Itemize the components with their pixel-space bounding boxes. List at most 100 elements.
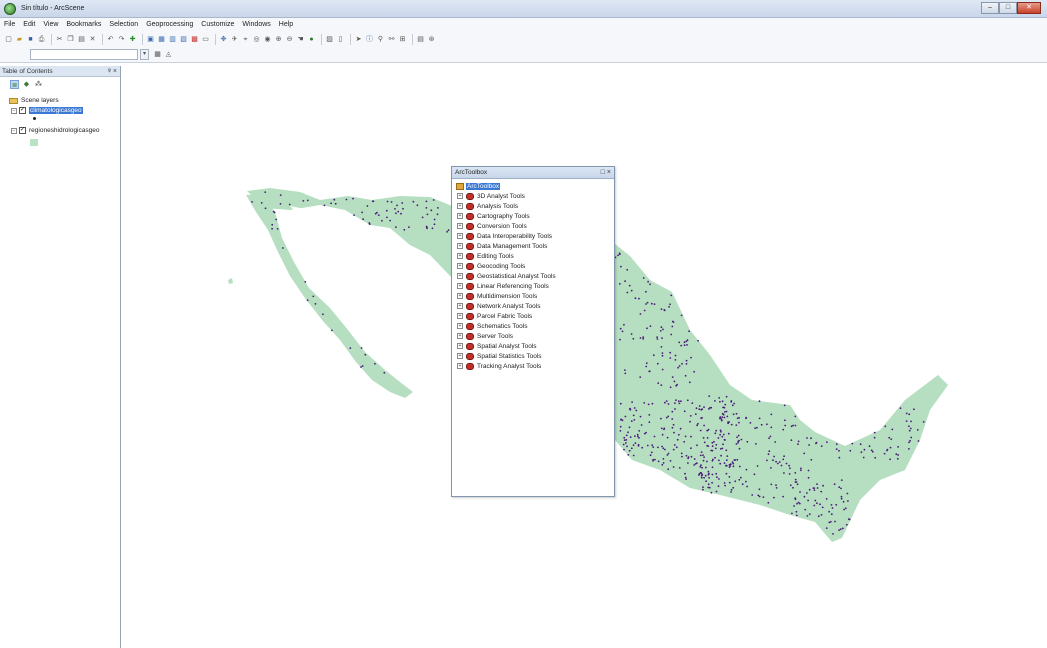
expand-icon[interactable]: + (457, 333, 463, 339)
menu-view[interactable]: View (43, 21, 58, 28)
list-by-visibility-icon[interactable]: ⁂ (34, 80, 43, 89)
open-folder-icon[interactable]: ▰ (15, 35, 24, 44)
clear-selection-icon[interactable]: ▯ (336, 35, 345, 44)
catalog-icon[interactable]: ▥ (168, 35, 177, 44)
maximize-button[interactable]: □ (999, 2, 1017, 14)
toolbox-item[interactable]: + Tracking Analyst Tools (457, 361, 614, 371)
menu-customize[interactable]: Customize (201, 21, 234, 28)
minimize-button[interactable]: – (981, 2, 999, 14)
menu-windows[interactable]: Windows (242, 21, 270, 28)
scene-layers-node[interactable]: Scene layers (9, 97, 59, 104)
expand-icon[interactable]: + (457, 253, 463, 259)
toolbox-item[interactable]: + Parcel Fabric Tools (457, 311, 614, 321)
save-icon[interactable]: ■ (26, 35, 35, 44)
toolbox-item[interactable]: + Editing Tools (457, 251, 614, 261)
toolbox-item[interactable]: + Data Interoperability Tools (457, 231, 614, 241)
toolbox-item[interactable]: + Analysis Tools (457, 201, 614, 211)
layer-dropdown[interactable] (30, 49, 138, 60)
arctoolbox-controls[interactable]: □ × (601, 169, 611, 176)
expand-icon[interactable]: + (457, 263, 463, 269)
transparency-icon[interactable]: ▦ (153, 50, 162, 59)
collapse-icon[interactable]: − (11, 107, 17, 114)
expand-icon[interactable]: + (457, 363, 463, 369)
globe-settings-icon[interactable]: ⊛ (427, 35, 436, 44)
lighting-icon[interactable]: ◬ (164, 50, 173, 59)
expand-icon[interactable]: + (457, 203, 463, 209)
toolbox-item[interactable]: +3D Analyst Tools (457, 191, 614, 201)
expand-icon[interactable]: + (457, 303, 463, 309)
toolbox-item[interactable]: + Spatial Statistics Tools (457, 351, 614, 361)
menu-bookmarks[interactable]: Bookmarks (66, 21, 101, 28)
expand-icon[interactable]: + (457, 193, 463, 199)
zoom-out-icon[interactable]: ⊖ (285, 35, 294, 44)
arctoolbox-root-node[interactable]: ArcToolbox (456, 181, 614, 191)
toolbox-item[interactable]: + Spatial Analyst Tools (457, 341, 614, 351)
expand-icon[interactable]: + (457, 323, 463, 329)
expand-icon[interactable]: + (457, 223, 463, 229)
delete-icon[interactable]: ✕ (88, 35, 97, 44)
layer-dropdown-arrow[interactable]: ▾ (140, 49, 149, 60)
toolbox-item[interactable]: + Data Management Tools (457, 241, 614, 251)
toolbox-item[interactable]: + Multidimension Tools (457, 291, 614, 301)
select-features-icon[interactable]: ▨ (325, 35, 334, 44)
add-data-icon[interactable]: ✚ (128, 35, 137, 44)
toolbox-item[interactable]: + Geocoding Tools (457, 261, 614, 271)
paste-icon[interactable]: ▤ (77, 35, 86, 44)
cut-icon[interactable]: ✂ (55, 35, 64, 44)
expand-icon[interactable]: + (457, 313, 463, 319)
menu-file[interactable]: File (4, 21, 15, 28)
copy-icon[interactable]: ❐ (66, 35, 75, 44)
toolbox-item[interactable]: + Geostatistical Analyst Tools (457, 271, 614, 281)
toolbox-item[interactable]: + Conversion Tools (457, 221, 614, 231)
close-button[interactable]: ✕ (1017, 2, 1041, 14)
list-by-source-icon[interactable]: ◆ (22, 80, 31, 89)
menu-geoprocessing[interactable]: Geoprocessing (146, 21, 193, 28)
toolbox-item[interactable]: + Server Tools (457, 331, 614, 341)
redo-icon[interactable]: ↷ (117, 35, 126, 44)
list-by-drawing-order-icon[interactable]: ≣ (10, 79, 19, 89)
layer-row-regioneshidrologicas[interactable]: − ✓ regioneshidrologicasgeo (11, 127, 99, 134)
collapse-icon[interactable]: − (11, 127, 17, 134)
layer-visibility-checkbox[interactable]: ✓ (19, 127, 26, 134)
toolbox-item[interactable]: + Schematics Tools (457, 321, 614, 331)
layer-label[interactable]: climatologicasgeo (29, 107, 83, 114)
expand-icon[interactable]: + (457, 233, 463, 239)
identify-icon[interactable]: ⓘ (365, 35, 374, 44)
menu-help[interactable]: Help (279, 21, 293, 28)
arctoolbox-titlebar[interactable]: ArcToolbox □ × (452, 167, 614, 179)
toc-controls[interactable]: ᵠ × (108, 68, 117, 75)
python-window-icon[interactable]: ▭ (201, 35, 210, 44)
zoom-in-icon[interactable]: ⊕ (274, 35, 283, 44)
expand-icon[interactable]: + (457, 343, 463, 349)
expand-icon[interactable]: + (457, 293, 463, 299)
pan-icon[interactable]: ☚ (296, 35, 305, 44)
target-center-icon[interactable]: ⌖ (241, 35, 250, 44)
print-icon[interactable]: ⎙ (37, 35, 46, 44)
toolbox-item[interactable]: + Linear Referencing Tools (457, 281, 614, 291)
expand-icon[interactable]: + (457, 213, 463, 219)
expand-icon[interactable]: + (457, 273, 463, 279)
undo-icon[interactable]: ↶ (106, 35, 115, 44)
set-observer-icon[interactable]: ◉ (263, 35, 272, 44)
select-elements-icon[interactable]: ➤ (354, 35, 363, 44)
arctoolbox-icon[interactable]: ▩ (190, 35, 199, 44)
find-icon[interactable]: ⚯ (387, 35, 396, 44)
menu-selection[interactable]: Selection (109, 21, 138, 28)
zoom-to-target-icon[interactable]: ◎ (252, 35, 261, 44)
measure-icon[interactable]: ⊞ (398, 35, 407, 44)
layer-visibility-checkbox[interactable]: ✓ (19, 107, 26, 114)
animation-icon[interactable]: ▤ (416, 35, 425, 44)
full-extent-icon[interactable]: ● (307, 35, 316, 44)
table-of-contents-icon[interactable]: ▦ (157, 35, 166, 44)
search-window-icon[interactable]: ▧ (179, 35, 188, 44)
fly-icon[interactable]: ✈ (230, 35, 239, 44)
menu-edit[interactable]: Edit (23, 21, 35, 28)
layer-label[interactable]: regioneshidrologicasgeo (29, 127, 99, 134)
new-document-icon[interactable]: ▢ (4, 35, 13, 44)
expand-icon[interactable]: + (457, 353, 463, 359)
layer-row-climatologicas[interactable]: − ✓ climatologicasgeo (11, 107, 83, 114)
toolbox-item[interactable]: + Network Analyst Tools (457, 301, 614, 311)
scene-properties-icon[interactable]: ▣ (146, 35, 155, 44)
expand-icon[interactable]: + (457, 283, 463, 289)
navigate-icon[interactable]: ✥ (219, 35, 228, 44)
